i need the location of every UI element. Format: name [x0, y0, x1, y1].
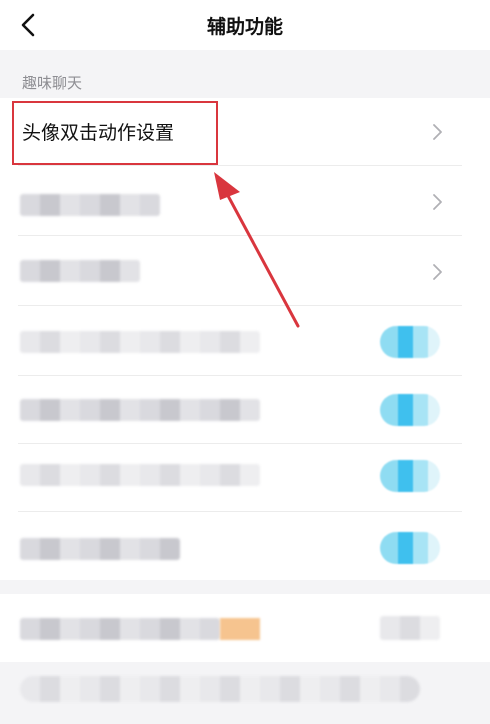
annotation-arrow-icon	[214, 172, 300, 328]
